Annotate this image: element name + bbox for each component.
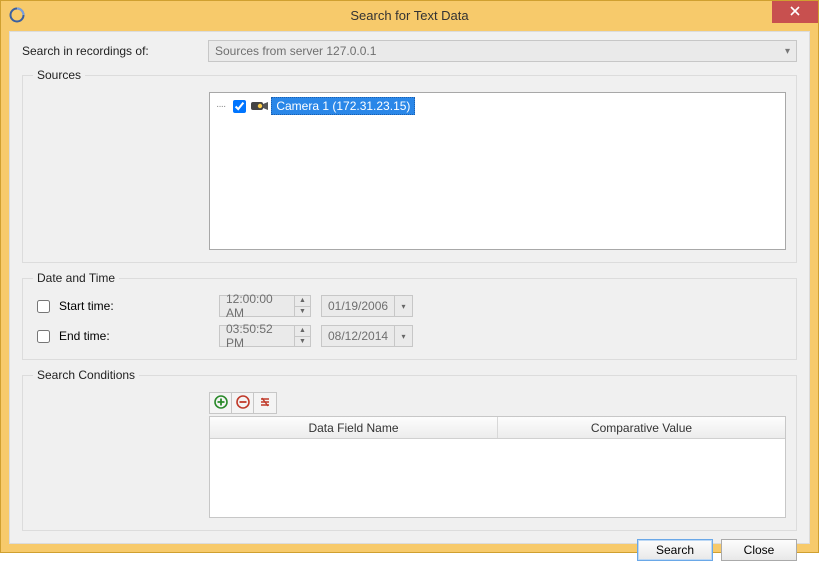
client-area: Search in recordings of: Sources from se… [9,31,810,544]
conditions-legend: Search Conditions [33,368,139,382]
source-label: Camera 1 (172.31.23.15) [271,97,415,115]
close-icon [790,5,800,19]
minus-icon [236,395,250,412]
close-button-label: Close [744,543,775,557]
end-date-value: 08/12/2014 [328,329,388,343]
spin-down-icon[interactable]: ▼ [295,337,310,347]
start-date-value: 01/19/2006 [328,299,388,313]
sources-legend: Sources [33,68,85,82]
camera-icon [251,100,269,112]
start-time-spinner[interactable]: ▲ ▼ [294,296,310,316]
end-time-checkbox[interactable] [37,330,50,343]
chevron-down-icon[interactable]: ▾ [394,326,412,346]
spin-up-icon[interactable]: ▲ [295,326,310,337]
clear-conditions-button[interactable] [254,393,276,413]
grid-header: Data Field Name Comparative Value [210,417,785,439]
end-time-value: 03:50:52 PM [226,322,292,350]
grid-body[interactable] [210,439,785,517]
start-time-field[interactable]: 12:00:00 AM ▲ ▼ [219,295,311,317]
tree-item[interactable]: ···· Camera 1 (172.31.23.15) [216,97,779,115]
datetime-legend: Date and Time [33,271,119,285]
sources-group: Sources ···· Camera 1 (172.31.23.15) [22,68,797,263]
column-header-field[interactable]: Data Field Name [210,417,498,438]
tree-connector: ···· [216,101,225,112]
search-button[interactable]: Search [637,539,713,561]
app-icon [9,7,25,23]
add-condition-button[interactable] [210,393,232,413]
clear-icon [258,395,272,412]
end-time-check-label[interactable]: End time: [33,327,219,346]
datetime-group: Date and Time Start time: 12:00:00 AM ▲ … [22,271,797,360]
spin-down-icon[interactable]: ▼ [295,307,310,317]
dialog-window: Search for Text Data Search in recording… [0,0,819,553]
remove-condition-button[interactable] [232,393,254,413]
start-time-value: 12:00:00 AM [226,292,292,320]
end-time-label: End time: [59,329,110,343]
conditions-toolbar [209,392,277,414]
source-checkbox[interactable] [233,100,246,113]
plus-icon [214,395,228,412]
end-time-field[interactable]: 03:50:52 PM ▲ ▼ [219,325,311,347]
end-time-row: End time: 03:50:52 PM ▲ ▼ 08/12/2014 ▾ [33,325,786,347]
close-window-button[interactable] [772,1,818,23]
window-title: Search for Text Data [1,8,818,23]
start-date-field[interactable]: 01/19/2006 ▾ [321,295,413,317]
start-time-check-label[interactable]: Start time: [33,297,219,316]
end-time-spinner[interactable]: ▲ ▼ [294,326,310,346]
start-time-row: Start time: 12:00:00 AM ▲ ▼ 01/19/2006 ▾ [33,295,786,317]
search-in-row: Search in recordings of: Sources from se… [22,40,797,62]
dialog-footer: Search Close [22,539,797,561]
start-time-checkbox[interactable] [37,300,50,313]
search-button-label: Search [656,543,694,557]
sources-tree[interactable]: ···· Camera 1 (172.31.23.15) [209,92,786,250]
end-date-field[interactable]: 08/12/2014 ▾ [321,325,413,347]
start-time-label: Start time: [59,299,114,313]
conditions-grid[interactable]: Data Field Name Comparative Value [209,416,786,518]
chevron-down-icon: ▾ [785,46,790,57]
titlebar: Search for Text Data [1,1,818,29]
close-button[interactable]: Close [721,539,797,561]
server-combo[interactable]: Sources from server 127.0.0.1 ▾ [208,40,797,62]
chevron-down-icon[interactable]: ▾ [394,296,412,316]
spin-up-icon[interactable]: ▲ [295,296,310,307]
column-header-value[interactable]: Comparative Value [498,417,785,438]
server-combo-value: Sources from server 127.0.0.1 [215,44,376,58]
search-in-label: Search in recordings of: [22,44,208,58]
conditions-group: Search Conditions [22,368,797,531]
